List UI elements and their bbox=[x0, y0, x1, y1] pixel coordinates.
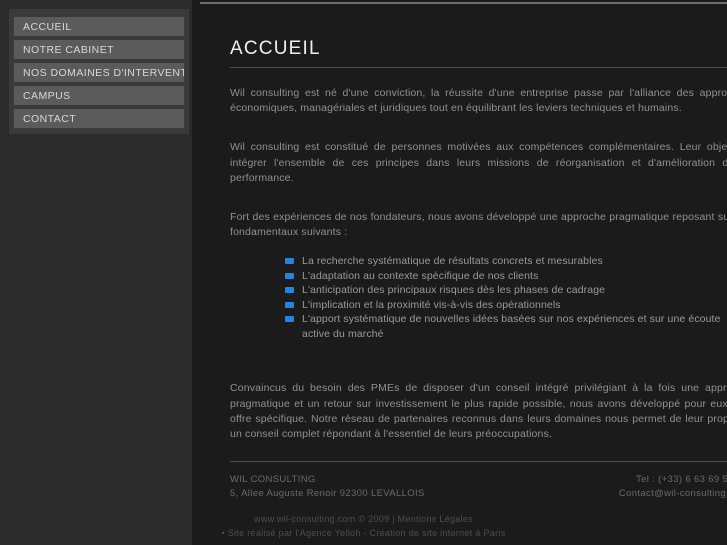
page-title: ACCUEIL bbox=[230, 38, 321, 59]
footer-company-name: WIL CONSULTING bbox=[230, 474, 316, 485]
sidebar-item-accueil[interactable]: ACCUEIL bbox=[14, 17, 184, 36]
credit-copyright[interactable]: www.wil-consulting.com © 2009 | Mentions… bbox=[0, 512, 727, 526]
bullet-square-icon bbox=[285, 287, 294, 294]
sidebar-nav-panel: ACCUEIL NOTRE CABINET NOS DOMAINES D'INT… bbox=[9, 9, 189, 134]
footer-address-block: WIL CONSULTING 5, Allee Auguste Renoir 9… bbox=[230, 473, 425, 501]
content-column: ACCUEIL Wil consulting est né d'une conv… bbox=[192, 0, 727, 545]
list-item: L'anticipation des principaux risques dè… bbox=[285, 283, 727, 298]
team-paragraph: Wil consulting est constitué de personne… bbox=[230, 141, 727, 184]
sidebar-item-notre-cabinet[interactable]: NOTRE CABINET bbox=[14, 40, 184, 59]
main-content: ACCUEIL Wil consulting est né d'une conv… bbox=[230, 38, 727, 442]
list-item: La recherche systématique de résultats c… bbox=[285, 254, 727, 269]
page-root: ACCUEIL NOTRE CABINET NOS DOMAINES D'INT… bbox=[0, 0, 727, 545]
list-item-label: L'implication et la proximité vis-à-vis … bbox=[302, 298, 561, 311]
list-item: L'apport systématique de nouvelles idées… bbox=[285, 312, 727, 341]
credits: www.wil-consulting.com © 2009 | Mentions… bbox=[0, 512, 727, 540]
footer-email[interactable]: Contact@wil-consulting.com bbox=[619, 487, 727, 501]
list-item: L'adaptation au contexte spécifique de n… bbox=[285, 269, 727, 284]
list-item-label: L'apport systématique de nouvelles idées… bbox=[302, 313, 721, 340]
credit-agency[interactable]: • Site réalisé par l'Agence Yelloh - Cré… bbox=[0, 526, 727, 540]
list-item-label: L'anticipation des principaux risques dè… bbox=[302, 284, 606, 297]
bullet-square-icon bbox=[285, 258, 294, 265]
bullet-square-icon bbox=[285, 316, 294, 323]
footer-contact-block: Tel : (+33) 6 63 69 53 48 Contact@wil-co… bbox=[619, 473, 727, 501]
title-divider bbox=[230, 67, 727, 68]
sidebar: ACCUEIL NOTRE CABINET NOS DOMAINES D'INT… bbox=[0, 0, 192, 545]
list-item-label: La recherche systématique de résultats c… bbox=[302, 255, 603, 268]
top-divider bbox=[200, 2, 727, 4]
bullet-square-icon bbox=[285, 272, 294, 279]
footer-address: 5, Allee Auguste Renoir 92300 LEVALLOIS bbox=[230, 488, 425, 499]
list-item: L'implication et la proximité vis-à-vis … bbox=[285, 298, 727, 313]
sidebar-item-contact[interactable]: CONTACT bbox=[14, 109, 184, 128]
fundamentals-list: La recherche systématique de résultats c… bbox=[230, 254, 727, 341]
footer-phone: Tel : (+33) 6 63 69 53 48 bbox=[635, 474, 727, 485]
footer-columns: WIL CONSULTING 5, Allee Auguste Renoir 9… bbox=[230, 473, 727, 501]
bullet-square-icon bbox=[285, 301, 294, 308]
sidebar-item-nos-domaines-dintervention[interactable]: NOS DOMAINES D'INTERVENTION bbox=[14, 63, 184, 82]
footer: WIL CONSULTING 5, Allee Auguste Renoir 9… bbox=[230, 461, 727, 501]
fundamentals-lead-paragraph: Fort des expériences de nos fondateurs, … bbox=[230, 211, 727, 239]
closing-paragraph: Convaincus du besoin des PMEs de dispose… bbox=[230, 382, 727, 441]
list-item-label: L'adaptation au contexte spécifique de n… bbox=[302, 269, 539, 282]
intro-paragraph: Wil consulting est né d'une conviction, … bbox=[230, 87, 727, 115]
sidebar-item-campus[interactable]: CAMPUS bbox=[14, 86, 184, 105]
